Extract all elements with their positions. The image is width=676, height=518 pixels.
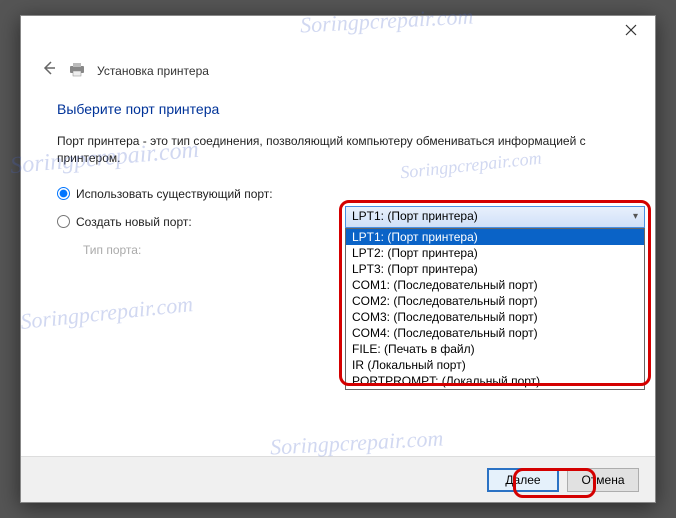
port-option[interactable]: PORTPROMPT: (Локальный порт) [346, 373, 644, 389]
chevron-down-icon: ▾ [633, 211, 638, 222]
port-option[interactable]: FILE: (Печать в файл) [346, 341, 644, 357]
port-option[interactable]: COM3: (Последовательный порт) [346, 309, 644, 325]
back-arrow-icon [41, 60, 57, 76]
port-option[interactable]: LPT1: (Порт принтера) [346, 229, 644, 245]
close-button[interactable] [611, 18, 651, 44]
description-text: Порт принтера - это тип соединения, позв… [57, 133, 619, 167]
radio-use-existing[interactable] [57, 187, 70, 200]
port-option[interactable]: LPT2: (Порт принтера) [346, 245, 644, 261]
printer-icon [67, 61, 87, 80]
port-option[interactable]: IR (Локальный порт) [346, 357, 644, 373]
port-option[interactable]: COM2: (Последовательный порт) [346, 293, 644, 309]
header-title: Установка принтера [97, 64, 209, 78]
radio-use-existing-label: Использовать существующий порт: [76, 187, 273, 201]
port-dropdown-list[interactable]: LPT1: (Порт принтера) LPT2: (Порт принте… [345, 228, 645, 390]
radio-create-new-label: Создать новый порт: [76, 215, 192, 229]
port-option[interactable]: COM1: (Последовательный порт) [346, 277, 644, 293]
wizard-dialog: Установка принтера Выберите порт принтер… [20, 15, 656, 503]
header-row: Установка принтера [21, 48, 655, 89]
titlebar [21, 16, 655, 48]
port-combo[interactable]: LPT1: (Порт принтера) ▾ [345, 206, 645, 228]
radio-use-existing-row: Использовать существующий порт: [57, 187, 619, 201]
next-button[interactable]: Далее [487, 468, 559, 492]
close-icon [625, 24, 637, 36]
port-option[interactable]: LPT3: (Порт принтера) [346, 261, 644, 277]
port-combo-selected: LPT1: (Порт принтера) [352, 209, 478, 223]
radio-create-new[interactable] [57, 215, 70, 228]
port-option[interactable]: COM4: (Последовательный порт) [346, 325, 644, 341]
cancel-button[interactable]: Отмена [567, 468, 639, 492]
page-heading: Выберите порт принтера [57, 101, 619, 117]
back-button[interactable] [41, 60, 57, 81]
footer-bar: Далее Отмена [21, 456, 655, 502]
